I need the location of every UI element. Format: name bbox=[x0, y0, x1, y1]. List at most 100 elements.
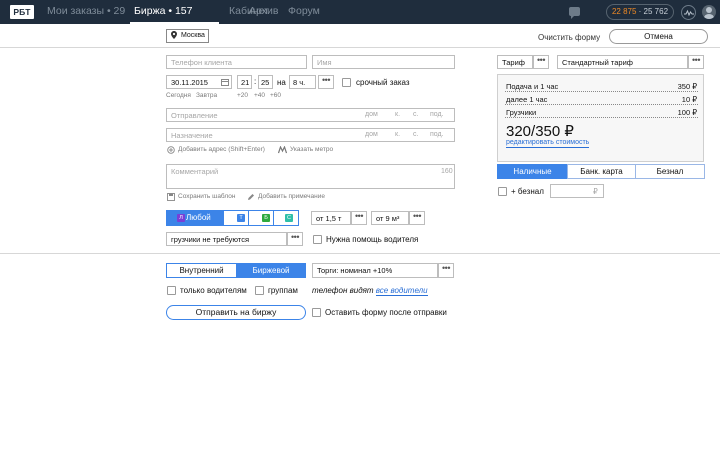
vehicle-b-button[interactable]: Б bbox=[248, 210, 274, 226]
departure-placeholder: Отправление bbox=[171, 111, 218, 120]
nav-my-orders[interactable]: Мои заказы • 29 bbox=[47, 5, 125, 17]
volume-more-button[interactable]: ••• bbox=[409, 211, 425, 225]
client-phone-placeholder: Телефон клиента bbox=[171, 58, 232, 67]
weight-value: от 1,5 т bbox=[316, 214, 342, 223]
destination-structure: с. bbox=[413, 131, 419, 138]
bidding-more-button[interactable]: ••• bbox=[438, 263, 454, 278]
app-logo[interactable]: РБТ bbox=[10, 5, 34, 19]
user-avatar-icon[interactable] bbox=[702, 5, 716, 19]
volume-field[interactable]: от 9 м³ bbox=[371, 211, 409, 225]
price-breakdown-panel: Подача и 1 час 350 ₽ далее 1 час 10 ₽ Груз… bbox=[497, 74, 704, 162]
payment-cash-tab[interactable]: Наличные bbox=[497, 164, 568, 179]
minute-field[interactable]: 25 bbox=[258, 75, 273, 89]
price-row-value: 10 ₽ bbox=[680, 95, 698, 104]
add-circle-icon bbox=[167, 146, 175, 154]
payment-cashless-tab[interactable]: Безнал bbox=[635, 164, 705, 179]
weight-field[interactable]: от 1,5 т bbox=[311, 211, 351, 225]
cancel-button[interactable]: Отмена bbox=[609, 29, 708, 44]
loaders-select[interactable]: грузчики не требуются bbox=[166, 232, 287, 246]
chat-icon[interactable] bbox=[569, 7, 580, 19]
urgent-checkbox[interactable] bbox=[342, 78, 351, 87]
add-note-link[interactable]: Добавить примечание bbox=[258, 193, 325, 200]
departure-structure: с. bbox=[413, 111, 419, 118]
tariff-select[interactable]: Стандартный тариф bbox=[557, 55, 688, 69]
vehicle-s-badge: С bbox=[285, 214, 293, 222]
pencil-icon bbox=[248, 194, 254, 200]
plus-60-link[interactable]: +60 bbox=[270, 92, 281, 99]
tariff-more-button[interactable]: ••• bbox=[533, 55, 549, 69]
duration-prefix: на bbox=[277, 78, 286, 87]
price-row-name: Подача и 1 час bbox=[505, 82, 560, 91]
driver-help-checkbox[interactable] bbox=[313, 235, 322, 244]
duration-field[interactable]: 8 ч. bbox=[289, 75, 316, 89]
balance-badge[interactable]: 22 875 · 25 762 bbox=[606, 4, 674, 20]
all-drivers-link[interactable]: все водители bbox=[375, 286, 428, 296]
destination-placeholder: Назначение bbox=[171, 131, 213, 140]
vehicle-any-badge: Л bbox=[177, 214, 185, 222]
nav-archive[interactable]: Архив bbox=[249, 5, 278, 17]
client-phone-field[interactable]: Телефон клиента bbox=[166, 55, 307, 69]
vehicle-any-button[interactable]: Любой bbox=[166, 210, 224, 226]
map-pin-icon bbox=[171, 31, 177, 39]
comment-counter: 160 bbox=[441, 168, 453, 175]
bidding-select[interactable]: Торги: номинал +10% bbox=[312, 263, 438, 278]
vehicle-s-button[interactable]: С bbox=[273, 210, 299, 226]
vehicle-t-button[interactable]: Т bbox=[223, 210, 249, 226]
only-drivers-checkbox[interactable] bbox=[167, 286, 176, 295]
departure-house: дом bbox=[365, 111, 378, 118]
nav-exchange[interactable]: Биржа • 157 bbox=[134, 5, 193, 17]
destination-field[interactable]: Назначение дом к. с. под. bbox=[166, 128, 455, 142]
comment-placeholder: Комментарий bbox=[171, 167, 219, 176]
save-template-link[interactable]: Сохранить шаблон bbox=[178, 193, 235, 200]
urgent-label: срочный заказ bbox=[356, 78, 410, 87]
loaders-more-button[interactable]: ••• bbox=[287, 232, 303, 246]
departure-entrance: под. bbox=[430, 111, 444, 118]
bidding-value: Торги: номинал +10% bbox=[317, 266, 393, 275]
tariff-value: Стандартный тариф bbox=[562, 58, 633, 67]
calendar-icon[interactable] bbox=[221, 79, 229, 86]
destination-house: дом bbox=[365, 131, 378, 138]
departure-field[interactable]: Отправление дом к. с. под. bbox=[166, 108, 455, 122]
price-row: Подача и 1 час 350 ₽ bbox=[505, 82, 698, 93]
client-name-placeholder: Имя bbox=[317, 58, 332, 67]
add-address-link[interactable]: Добавить адрес (Shift+Enter) bbox=[178, 146, 265, 153]
header-divider bbox=[0, 47, 720, 48]
cashless-amount-placeholder: ₽ bbox=[593, 187, 598, 196]
city-label: Москва bbox=[181, 32, 205, 39]
tariff-label-box: Тариф bbox=[497, 55, 533, 69]
time-colon: : bbox=[254, 77, 257, 86]
metro-link[interactable]: Указать метро bbox=[290, 146, 333, 153]
price-row-value: 350 ₽ bbox=[676, 82, 698, 91]
keep-form-checkbox[interactable] bbox=[312, 308, 321, 317]
tariff-select-more-button[interactable]: ••• bbox=[688, 55, 704, 69]
comment-textarea[interactable]: Комментарий 160 bbox=[166, 164, 455, 189]
cashless-amount-field[interactable]: ₽ bbox=[550, 184, 604, 198]
volume-value: от 9 м³ bbox=[376, 214, 400, 223]
weight-more-button[interactable]: ••• bbox=[351, 211, 367, 225]
groups-label: группам bbox=[268, 286, 298, 295]
activity-icon[interactable] bbox=[681, 5, 696, 20]
payment-card-tab[interactable]: Банк. карта bbox=[567, 164, 636, 179]
client-name-field[interactable]: Имя bbox=[312, 55, 455, 69]
tomorrow-link[interactable]: Завтра bbox=[196, 92, 217, 99]
date-field[interactable]: 30.11.2015 bbox=[166, 75, 232, 89]
balance-primary: 22 875 bbox=[611, 7, 637, 16]
phone-visible-text: телефон видят bbox=[312, 286, 374, 295]
nav-forum[interactable]: Форум bbox=[288, 5, 320, 17]
exchange-tab[interactable]: Биржевой bbox=[236, 263, 306, 278]
internal-tab[interactable]: Внутренний bbox=[166, 263, 237, 278]
plus-40-link[interactable]: +40 bbox=[254, 92, 265, 99]
plus-20-link[interactable]: +20 bbox=[237, 92, 248, 99]
metro-icon bbox=[278, 146, 287, 154]
groups-checkbox[interactable] bbox=[255, 286, 264, 295]
edit-price-link[interactable]: редактировать стоимость bbox=[506, 139, 590, 148]
price-row-value: 100 ₽ bbox=[676, 108, 698, 117]
active-tab-indicator bbox=[130, 22, 219, 24]
cashless-checkbox[interactable] bbox=[498, 187, 507, 196]
duration-more-button[interactable]: ••• bbox=[318, 75, 334, 89]
today-link[interactable]: Сегодня bbox=[166, 92, 191, 99]
hour-field[interactable]: 21 bbox=[237, 75, 252, 89]
driver-help-label: Нужна помощь водителя bbox=[326, 235, 419, 244]
clear-form-link[interactable]: Очистить форму bbox=[538, 33, 600, 42]
submit-to-exchange-button[interactable]: Отправить на биржу bbox=[166, 305, 306, 320]
